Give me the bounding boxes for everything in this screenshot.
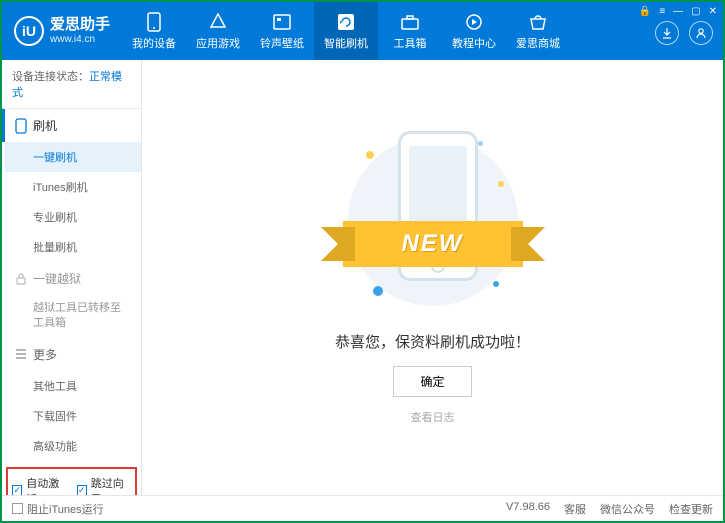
service-link[interactable]: 客服 bbox=[564, 501, 586, 517]
footer: 阻止iTunes运行 V7.98.66 客服 微信公众号 检查更新 bbox=[2, 495, 723, 521]
window-controls: 🔒 ≡ — ▢ ✕ bbox=[633, 2, 723, 21]
checkbox-block-itunes[interactable]: 阻止iTunes运行 bbox=[12, 501, 104, 517]
nav-apps[interactable]: 应用游戏 bbox=[186, 2, 250, 60]
connection-status: 设备连接状态：正常模式 bbox=[2, 60, 141, 109]
sidebar-item-other-tools[interactable]: 其他工具 bbox=[5, 371, 141, 401]
nav-label: 智能刷机 bbox=[324, 35, 368, 51]
sidebar-item-advanced[interactable]: 高级功能 bbox=[5, 431, 141, 461]
checkbox-icon: ✓ bbox=[12, 485, 22, 495]
jailbreak-note: 越狱工具已转移至工具箱 bbox=[5, 295, 141, 338]
maximize-icon[interactable]: ▢ bbox=[691, 6, 700, 17]
nav-tutorials[interactable]: 教程中心 bbox=[442, 2, 506, 60]
nav-label: 工具箱 bbox=[394, 35, 427, 51]
wallpaper-icon bbox=[272, 12, 292, 32]
sidebar-item-batch-flash[interactable]: 批量刷机 bbox=[5, 232, 141, 262]
lock-icon[interactable]: 🔒 bbox=[639, 6, 651, 17]
version-label: V7.98.66 bbox=[506, 501, 550, 517]
checkbox-icon: ✓ bbox=[77, 485, 87, 495]
ribbon-text: NEW bbox=[402, 230, 464, 258]
app-name: 爱思助手 bbox=[50, 16, 110, 34]
nav-label: 应用游戏 bbox=[196, 35, 240, 51]
sidebar-section-flash[interactable]: 刷机 bbox=[2, 109, 141, 142]
nav-label: 铃声壁纸 bbox=[260, 35, 304, 51]
wechat-link[interactable]: 微信公众号 bbox=[600, 501, 655, 517]
nav-label: 爱思商城 bbox=[516, 35, 560, 51]
nav-label: 我的设备 bbox=[132, 35, 176, 51]
apps-icon bbox=[208, 12, 228, 32]
nav-label: 教程中心 bbox=[452, 35, 496, 51]
tutorial-icon bbox=[464, 12, 484, 32]
flash-icon bbox=[336, 12, 356, 32]
nav-flash[interactable]: 智能刷机 bbox=[314, 2, 378, 60]
options-box: ✓ 自动激活 ✓ 跳过向导 bbox=[6, 467, 137, 495]
sidebar-section-jailbreak[interactable]: 一键越狱 bbox=[2, 262, 141, 295]
toolbox-icon bbox=[400, 12, 420, 32]
list-icon bbox=[15, 349, 27, 359]
top-nav: 我的设备 应用游戏 铃声壁纸 智能刷机 工具箱 教程中心 bbox=[122, 2, 633, 60]
minimize-icon[interactable]: — bbox=[673, 6, 683, 17]
lock-icon bbox=[15, 273, 27, 285]
sidebar-item-pro-flash[interactable]: 专业刷机 bbox=[5, 202, 141, 232]
ok-button[interactable]: 确定 bbox=[393, 366, 471, 397]
update-link[interactable]: 检查更新 bbox=[669, 501, 713, 517]
nav-ringtones[interactable]: 铃声壁纸 bbox=[250, 2, 314, 60]
main-content: NEW 恭喜您，保资料刷机成功啦！ 确定 查看日志 bbox=[142, 60, 723, 495]
success-illustration: NEW bbox=[348, 131, 518, 311]
menu-icon[interactable]: ≡ bbox=[659, 6, 665, 17]
logo-icon: iU bbox=[14, 16, 44, 46]
app-url: www.i4.cn bbox=[50, 34, 110, 46]
header: iU 爱思助手 www.i4.cn 我的设备 应用游戏 铃声壁纸 智能刷机 bbox=[2, 2, 723, 60]
phone-icon bbox=[144, 12, 164, 32]
nav-store[interactable]: 爱思商城 bbox=[506, 2, 570, 60]
checkbox-skip-guide[interactable]: ✓ 跳过向导 bbox=[77, 475, 132, 495]
sidebar: 设备连接状态：正常模式 刷机 一键刷机 iTunes刷机 专业刷机 批量刷机 一… bbox=[2, 60, 142, 495]
view-log-link[interactable]: 查看日志 bbox=[411, 409, 455, 425]
nav-toolbox[interactable]: 工具箱 bbox=[378, 2, 442, 60]
sidebar-item-oneclick-flash[interactable]: 一键刷机 bbox=[5, 142, 141, 172]
user-button[interactable] bbox=[689, 21, 713, 45]
success-message: 恭喜您，保资料刷机成功啦！ bbox=[335, 331, 530, 352]
checkbox-auto-activate[interactable]: ✓ 自动激活 bbox=[12, 475, 67, 495]
store-icon bbox=[528, 12, 548, 32]
nav-my-device[interactable]: 我的设备 bbox=[122, 2, 186, 60]
sidebar-item-itunes-flash[interactable]: iTunes刷机 bbox=[5, 172, 141, 202]
logo-area: iU 爱思助手 www.i4.cn bbox=[2, 2, 122, 60]
checkbox-icon bbox=[12, 503, 23, 514]
app-window: iU 爱思助手 www.i4.cn 我的设备 应用游戏 铃声壁纸 智能刷机 bbox=[0, 0, 725, 523]
sidebar-item-download-firmware[interactable]: 下载固件 bbox=[5, 401, 141, 431]
download-button[interactable] bbox=[655, 21, 679, 45]
phone-icon bbox=[15, 118, 27, 134]
close-icon[interactable]: ✕ bbox=[709, 6, 717, 17]
sidebar-section-more[interactable]: 更多 bbox=[2, 338, 141, 371]
